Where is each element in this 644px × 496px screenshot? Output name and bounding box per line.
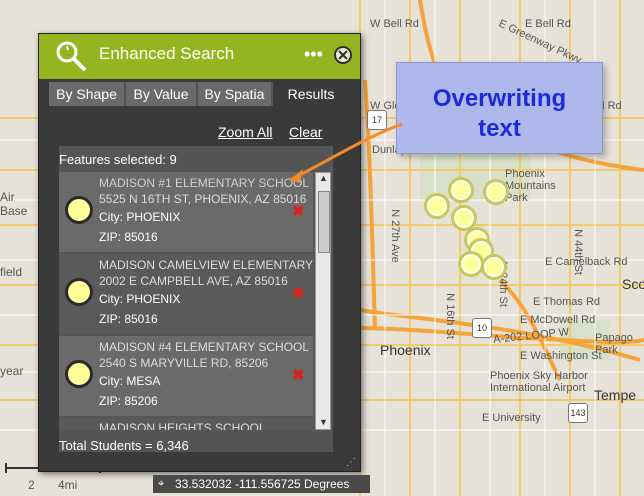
map-marker[interactable] xyxy=(458,251,484,277)
resize-handle-icon[interactable]: ⋰ xyxy=(346,457,356,468)
result-city: City: MESA xyxy=(99,374,161,388)
coordinate-readout: ⌖ 33.532032 -111.556725 Degrees xyxy=(153,475,370,493)
map-label: N 27th Ave xyxy=(388,209,401,263)
result-symbol xyxy=(65,196,93,224)
result-address: 5525 N 16TH ST, PHOENIX, AZ 85016 xyxy=(99,192,307,206)
result-symbol xyxy=(65,360,93,388)
coordinates: 33.532032 -111.556725 Degrees xyxy=(175,477,350,491)
widget-title: Enhanced Search xyxy=(99,44,235,63)
map-label: E Camelback Rd xyxy=(545,256,628,268)
list-item[interactable]: MADISON CAMELVIEW ELEMENTARY 2002 E CAMP… xyxy=(59,254,313,334)
map-label: Air Base xyxy=(0,190,28,218)
map-label: N 16th St xyxy=(443,293,456,339)
clear-link[interactable]: Clear xyxy=(289,124,322,140)
result-symbol xyxy=(65,278,93,306)
search-icon xyxy=(56,41,87,72)
results-scrollbar[interactable]: ▲ ▼ xyxy=(315,172,331,430)
scroll-up-icon[interactable]: ▲ xyxy=(319,173,328,183)
map-label: E University xyxy=(482,412,541,424)
features-selected: Features selected: 9 xyxy=(59,152,177,167)
city-label: Phoenix xyxy=(380,342,431,358)
tab-by-shape[interactable]: By Shape xyxy=(49,82,124,106)
scroll-down-icon[interactable]: ▼ xyxy=(319,417,328,427)
map-label: Sco xyxy=(622,276,644,292)
map-label: W Bell Rd xyxy=(370,18,419,30)
map-label: Phoenix Mountains Park xyxy=(505,168,556,204)
map-marker[interactable] xyxy=(483,179,509,205)
map-label: E Bell Rd xyxy=(525,18,571,30)
map-label: E Thomas Rd xyxy=(533,296,601,308)
result-zip: ZIP: 85016 xyxy=(99,230,158,244)
map-label: E McDowell Rd xyxy=(520,314,596,326)
result-name: MADISON CAMELVIEW ELEMENTARY xyxy=(99,258,313,272)
results-panel: Zoom All Clear Features selected: 9 MADI… xyxy=(59,122,333,453)
crosshair-icon: ⌖ xyxy=(158,478,165,490)
list-item[interactable]: MADISON #4 ELEMENTARY SCHOOL 2540 S MARY… xyxy=(59,336,313,416)
widget-header: Enhanced Search ••• xyxy=(39,34,360,79)
delete-icon[interactable]: ✖ xyxy=(292,202,305,220)
result-city: City: PHOENIX xyxy=(99,292,181,306)
map-label: year xyxy=(0,364,24,378)
enhanced-search-widget: Enhanced Search ••• By Shape By Value By… xyxy=(38,33,361,472)
list-item[interactable]: MADISON HEIGHTS SCHOOL xyxy=(59,418,313,430)
result-address: 2540 S MARYVILLE RD, 85206 xyxy=(99,356,269,370)
annotation-callout: Overwriting text xyxy=(396,62,603,154)
map-marker[interactable] xyxy=(424,193,450,219)
city-label: Tempe xyxy=(594,387,637,403)
results-list: MADISON #1 ELEMENTARY SCHOOL 5525 N 16TH… xyxy=(59,172,313,430)
map-marker[interactable] xyxy=(448,177,474,203)
result-zip: ZIP: 85016 xyxy=(99,312,158,326)
tab-by-value[interactable]: By Value xyxy=(126,82,196,106)
tab-bar: By Shape By Value By Spatia Results xyxy=(49,82,349,106)
highway-shield: 17 xyxy=(367,110,387,130)
result-name: MADISON #1 ELEMENTARY SCHOOL xyxy=(99,176,310,190)
more-icon[interactable]: ••• xyxy=(304,44,323,65)
result-address: 2002 E CAMPBELL AVE, AZ 85016 xyxy=(99,274,288,288)
close-icon[interactable] xyxy=(334,46,352,64)
highway-shield: 10 xyxy=(472,318,492,338)
list-item[interactable]: MADISON #1 ELEMENTARY SCHOOL 5525 N 16TH… xyxy=(59,172,313,252)
map-marker[interactable] xyxy=(481,254,507,280)
callout-line-1: Overwriting xyxy=(432,85,567,112)
results-toolbar: Zoom All Clear xyxy=(59,122,333,146)
map-label: Phoenix Sky Harbor International Airport xyxy=(490,370,588,394)
map-label: Papago Park xyxy=(595,332,633,356)
callout-line-2: text xyxy=(478,115,521,142)
zoom-all-link[interactable]: Zoom All xyxy=(218,124,272,140)
total-students: Total Students = 6,346 xyxy=(59,438,189,453)
result-zip: ZIP: 85206 xyxy=(99,394,158,408)
tab-by-spatial[interactable]: By Spatia xyxy=(198,82,271,106)
delete-icon[interactable]: ✖ xyxy=(292,366,305,384)
map-label: field xyxy=(0,265,23,279)
highway-shield: 143 xyxy=(568,403,588,423)
tab-results[interactable]: Results xyxy=(273,82,349,106)
result-name: MADISON #4 ELEMENTARY SCHOOL xyxy=(99,340,310,354)
delete-icon[interactable]: ✖ xyxy=(292,284,305,302)
scroll-thumb[interactable] xyxy=(318,191,330,253)
result-name: MADISON HEIGHTS SCHOOL xyxy=(99,421,266,430)
map-label: N 44th St xyxy=(571,229,584,275)
map-label: E Washington St xyxy=(520,350,602,362)
result-city: City: PHOENIX xyxy=(99,210,181,224)
